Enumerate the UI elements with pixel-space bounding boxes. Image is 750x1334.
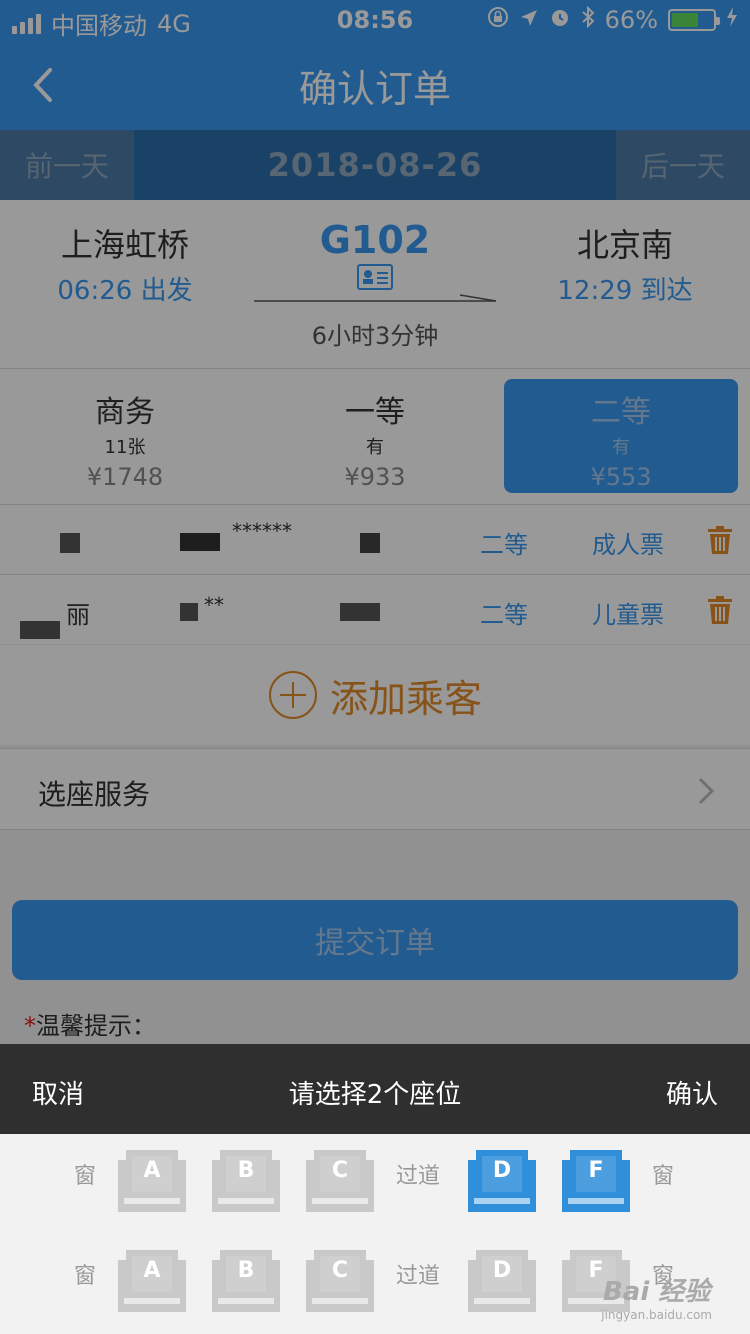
seat-button[interactable]: A [112, 1146, 192, 1216]
seat-letter: C [331, 1158, 349, 1183]
seat-row: 窗 A B C 过道 D F 窗 [0, 1134, 750, 1220]
seat-button[interactable]: B [206, 1246, 286, 1316]
seat-letter: B [237, 1158, 255, 1183]
window-label: 窗 [74, 1164, 97, 1189]
watermark: Bai 经验 jingyan.baidu.com [601, 1271, 712, 1322]
seat-button[interactable]: C [300, 1246, 380, 1316]
seat-letter: A [143, 1258, 161, 1283]
aisle-label: 过道 [396, 1164, 441, 1189]
seat-picker-header: 取消 请选择2个座位 确认 [0, 1044, 750, 1134]
seat-letter: A [143, 1158, 161, 1183]
seat-letter: F [588, 1158, 604, 1183]
seat-picker-title: 请选择2个座位 [288, 1080, 462, 1110]
aisle-label: 过道 [396, 1264, 441, 1289]
seat-button[interactable]: D [462, 1146, 542, 1216]
window-label: 窗 [652, 1164, 675, 1189]
watermark-brand: Bai 经验 [602, 1277, 711, 1307]
window-label: 窗 [74, 1264, 97, 1289]
seat-letter: D [492, 1158, 512, 1183]
seat-letter: C [331, 1258, 349, 1283]
seat-letter: D [492, 1258, 512, 1283]
watermark-url: jingyan.baidu.com [601, 1308, 712, 1322]
seat-button[interactable]: B [206, 1146, 286, 1216]
seat-picker: 窗 A B C 过道 D F 窗 窗 A B C 过道 D F 窗 Bai 经验… [0, 1134, 750, 1334]
modal-overlay[interactable] [0, 0, 750, 1044]
seat-letter: B [237, 1258, 255, 1283]
seat-button[interactable]: F [556, 1146, 636, 1216]
confirm-button[interactable]: 确认 [666, 1074, 718, 1111]
seat-button[interactable]: C [300, 1146, 380, 1216]
seat-button[interactable]: D [462, 1246, 542, 1316]
seat-button[interactable]: A [112, 1246, 192, 1316]
